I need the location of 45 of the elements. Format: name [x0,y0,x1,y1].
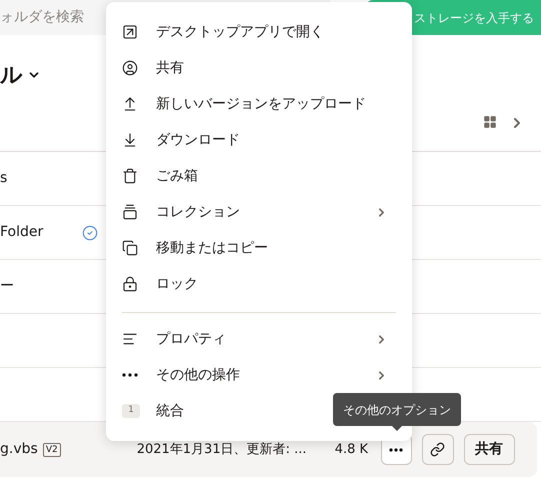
menu-item[interactable]: 新しいバージョンをアップロード [106,86,412,122]
file-name[interactable]: Folder [0,222,82,243]
menu-item[interactable]: ごみ箱 [106,158,412,194]
menu-item[interactable]: 移動またはコピー [106,230,412,266]
tooltip-pointer [392,426,402,431]
copy-link-button[interactable] [422,434,454,465]
more-icon [122,373,138,377]
modified-date: 2021年1月31日、更新者: ... [136,440,308,459]
user-icon [122,60,138,76]
copy-icon [122,240,138,256]
upload-icon [122,96,138,112]
menu-item-label: プロパティ [156,330,226,348]
menu-item-label: デスクトップアプリで開く [156,22,324,42]
menu-item-label: ロック [156,274,198,294]
link-icon [430,442,446,457]
menu-item[interactable]: コレクション [106,194,412,230]
menu-item-label: ダウンロード [156,130,240,150]
menu-item[interactable]: その他の操作 [122,357,396,393]
menu-item[interactable]: ロック [106,266,412,302]
menu-item-label: ごみ箱 [156,166,198,186]
menu-item-label: コレクション [156,202,240,222]
share-button[interactable]: 共有 [464,434,515,465]
count-badge: 1 [122,404,140,418]
file-name[interactable]: ー [0,276,82,297]
file-size: 4.8 K [334,440,370,459]
menu-item[interactable]: ダウンロード [106,122,412,158]
menu-item-label: 共有 [156,58,184,78]
menu-item-label: 移動またはコピー [156,238,268,258]
version-badge: V2 [42,442,61,456]
open-external-icon [122,24,138,40]
menu-item-label: 新しいバージョンをアップロード [156,94,366,114]
menu-item[interactable]: 共有 [106,50,412,86]
lines-icon [122,331,138,347]
file-name: g.vbs [0,440,38,459]
grid-view-icon[interactable] [483,115,497,129]
collection-icon [122,204,138,220]
page-title: ル [0,62,23,90]
more-icon [389,448,404,452]
file-name[interactable]: s [0,168,82,189]
lock-icon [122,276,138,292]
menu-item[interactable]: プロパティ [122,321,396,357]
menu-item-label: 統合 [156,402,184,420]
menu-item-label: その他の操作 [156,366,240,384]
trash-icon [122,168,138,184]
download-icon [122,132,138,148]
